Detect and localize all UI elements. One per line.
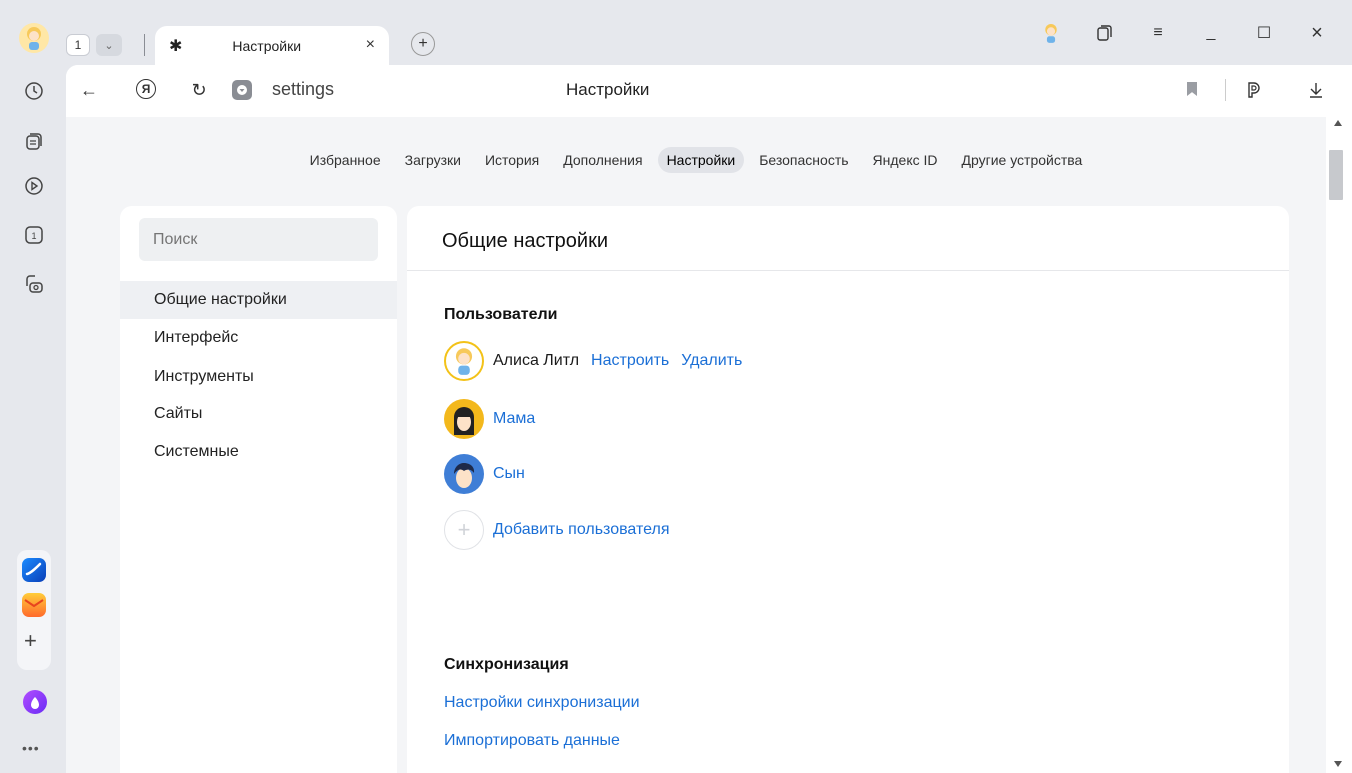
delete-user-link[interactable]: Удалить [681,352,742,370]
section-heading: Общие настройки [442,230,608,252]
browser-window: ← Я ↻ settings Настройки Избранное Загру… [66,65,1352,773]
user-row-current: Алиса Литл Настроить Удалить [444,341,742,381]
screenshot-icon[interactable] [21,271,47,297]
svg-text:1: 1 [31,231,36,241]
yandex-browser-app-icon[interactable] [22,558,46,582]
add-user-row[interactable]: + Добавить пользователя [444,510,669,550]
reading-mode-icon[interactable] [1241,77,1267,103]
import-data-link[interactable]: Импортировать данные [444,732,620,750]
scroll-thumb[interactable] [1329,150,1343,200]
tab-separator [144,34,145,56]
menu-item-sites[interactable]: Сайты [120,395,397,433]
tab-extensions[interactable]: Дополнения [554,147,651,173]
tab-downloads[interactable]: Загрузки [396,147,470,173]
divider [407,270,1289,271]
menu-icon[interactable]: ≡ [1143,18,1173,48]
tab-favorites[interactable]: Избранное [301,147,390,173]
mail-app-icon[interactable] [22,593,46,617]
download-icon[interactable] [1303,77,1329,103]
close-tab-icon[interactable]: × [366,36,375,54]
profile-avatar[interactable] [19,23,49,53]
url-field[interactable]: settings [272,79,334,100]
tab-count-icon[interactable]: 1 [21,222,47,248]
search-input[interactable] [139,218,378,261]
sync-settings-link[interactable]: Настройки синхронизации [444,694,640,712]
user-link-mom[interactable]: Мама [493,410,535,428]
tab-count-badge[interactable]: 1 [66,34,90,56]
user-row-mom[interactable]: Мама [444,399,535,439]
user-row-son[interactable]: Сын [444,454,525,494]
menu-item-system[interactable]: Системные [120,433,397,471]
history-icon[interactable] [21,78,47,104]
apps-panel: + [17,550,51,670]
maximize-icon[interactable]: ☐ [1249,18,1279,48]
menu-item-general[interactable]: Общие настройки [120,281,397,319]
scroll-down-icon[interactable] [1334,761,1342,767]
settings-main-panel: Общие настройки Пользователи Алиса Литл … [407,206,1289,773]
scrollbar[interactable] [1326,117,1352,773]
users-section-title: Пользователи [444,306,558,323]
tab-security[interactable]: Безопасность [750,147,857,173]
scroll-up-icon[interactable] [1334,120,1342,126]
add-user-icon[interactable]: + [444,510,484,550]
tab-title: Настройки [232,37,302,54]
more-icon[interactable]: ••• [22,740,40,756]
settings-page: Избранное Загрузки История Дополнения На… [66,117,1352,773]
address-bar: ← Я ↻ settings Настройки [66,65,1352,117]
minimize-icon[interactable]: _ [1196,18,1226,48]
tab-settings[interactable]: ✱ Настройки × [155,26,389,65]
site-settings-icon[interactable] [232,80,252,100]
chevron-down-icon[interactable]: ⌄ [96,34,122,56]
address-bar-separator [1225,79,1226,101]
back-icon[interactable]: ← [76,77,102,103]
side-panel: 1 + ••• [0,0,66,773]
sync-section-title: Синхронизация [444,656,569,673]
menu-item-interface[interactable]: Интерфейс [120,319,397,357]
menu-item-tools[interactable]: Инструменты [120,358,397,396]
profile-icon[interactable] [1036,18,1066,48]
close-window-icon[interactable]: × [1302,18,1332,48]
gear-icon: ✱ [169,37,183,55]
add-user-link[interactable]: Добавить пользователя [493,521,669,539]
bookmark-icon[interactable] [1187,82,1197,96]
settings-left-menu: Общие настройки Интерфейс Инструменты Са… [120,206,397,773]
tab-other-devices[interactable]: Другие устройства [953,147,1092,173]
user-name: Алиса Литл [493,352,580,369]
new-tab-button[interactable]: + [411,32,435,56]
configure-user-link[interactable]: Настроить [591,352,669,370]
alice-assistant-icon[interactable] [23,690,47,714]
user-avatar-mom[interactable] [444,399,484,439]
video-icon[interactable] [21,173,47,199]
tab-history[interactable]: История [476,147,548,173]
settings-top-nav: Избранное Загрузки История Дополнения На… [66,145,1326,175]
collections-icon[interactable] [21,128,47,154]
reload-icon[interactable]: ↻ [186,77,212,103]
page-title: Настройки [566,80,650,99]
add-app-button[interactable]: + [24,630,37,652]
yandex-home-icon[interactable]: Я [136,79,156,99]
tab-bar: 1 ⌄ ✱ Настройки × + ≡ _ ☐ × [66,0,1352,65]
user-link-son[interactable]: Сын [493,465,525,483]
tab-counter[interactable]: 1 ⌄ [66,33,132,57]
tab-settings-page[interactable]: Настройки [657,147,745,173]
user-avatar-son[interactable] [444,454,484,494]
user-avatar-alice[interactable] [444,341,484,381]
collections-tab-icon[interactable] [1090,18,1120,48]
tab-yandex-id[interactable]: Яндекс ID [864,147,947,173]
